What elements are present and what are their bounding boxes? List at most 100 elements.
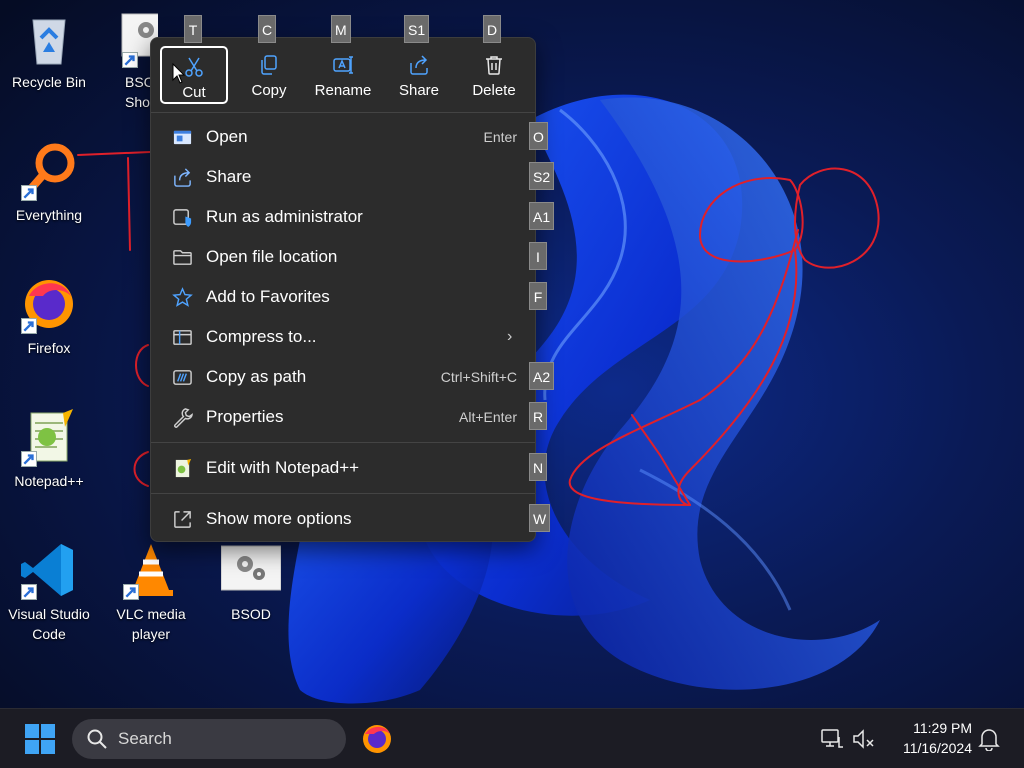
- menu-item-label: Copy as path: [206, 367, 307, 386]
- more-options-icon: [171, 508, 193, 530]
- menu-item-label: Run as administrator: [206, 207, 363, 226]
- menu-item-label: Show more options: [206, 509, 352, 528]
- everything-search-icon: [19, 141, 79, 201]
- rename-label: Rename: [314, 82, 372, 99]
- shortcut-arrow-icon: [21, 185, 37, 201]
- search-icon: [87, 729, 107, 749]
- menu-item-open[interactable]: Open Enter: [159, 118, 527, 156]
- notification-bell-icon[interactable]: [978, 727, 1000, 751]
- menu-item-shortcut: Alt+Enter: [459, 409, 517, 425]
- desktop-icon-firefox[interactable]: Firefox: [0, 274, 98, 358]
- desktop-icon-bsod[interactable]: BSOD: [202, 540, 300, 624]
- menu-item-label: Open: [206, 127, 248, 146]
- chevron-right-icon: ›: [507, 328, 513, 345]
- rename-icon: [309, 46, 377, 76]
- clock-date: 11/16/2024: [902, 740, 972, 756]
- shortcut-arrow-icon: [123, 584, 139, 600]
- taskbar: Search 11:29 PM 11/16/2024: [0, 708, 1024, 768]
- menu-item-properties[interactable]: Properties Alt+Enter: [159, 398, 527, 436]
- context-menu: Cut Copy Rename Share Delete Open Enter …: [150, 37, 536, 542]
- archive-icon: [171, 326, 193, 348]
- shortcut-arrow-icon: [122, 52, 138, 68]
- desktop-icon-label: Visual Studio Code: [8, 606, 90, 642]
- access-key-badge: N: [529, 453, 548, 481]
- desktop-icon-label: Everything: [15, 207, 83, 223]
- copy-label: Copy: [251, 82, 287, 99]
- menu-item-label: Properties: [206, 407, 284, 426]
- volume-muted-icon[interactable]: [852, 727, 876, 751]
- menu-item-shortcut: Ctrl+Shift+C: [440, 369, 517, 385]
- search-placeholder: Search: [118, 729, 172, 748]
- menu-item-shortcut: Enter: [483, 129, 517, 145]
- star-icon: [171, 286, 193, 308]
- notepad-plus-plus-icon: [171, 457, 193, 479]
- taskbar-clock[interactable]: 11:29 PM 11/16/2024: [880, 718, 972, 758]
- shortcut-arrow-icon: [21, 451, 37, 467]
- cut-button[interactable]: Cut: [160, 46, 228, 104]
- cut-label: Cut: [182, 84, 206, 101]
- open-icon: [171, 126, 193, 148]
- menu-item-share[interactable]: Share: [159, 158, 527, 196]
- menu-divider: [151, 442, 535, 443]
- access-key-badge: I: [529, 242, 547, 270]
- desktop-icon-label: Notepad++: [14, 473, 84, 489]
- desktop-icon-label: Firefox: [27, 340, 71, 356]
- copy-icon: [235, 46, 303, 76]
- menu-divider: [151, 493, 535, 494]
- delete-label: Delete: [472, 82, 516, 99]
- delete-icon: [460, 46, 528, 76]
- desktop-icon-label: BSOD: [231, 606, 271, 622]
- access-key-badge: O: [529, 122, 548, 150]
- desktop-icon-vlc[interactable]: VLC media player: [102, 540, 200, 644]
- settings-file-icon: [220, 540, 282, 600]
- access-key-badge: W: [529, 504, 551, 532]
- access-key-badge: S1: [404, 15, 430, 43]
- desktop-icon-notepad-plus-plus[interactable]: Notepad++: [0, 407, 98, 491]
- access-key-badge: C: [258, 15, 277, 43]
- clock-time: 11:29 PM: [913, 720, 972, 736]
- recycle-bin-icon: [19, 8, 79, 68]
- desktop-icon-label: Recycle Bin: [12, 74, 86, 90]
- access-key-badge: F: [529, 282, 547, 310]
- desktop-icon-recycle-bin[interactable]: Recycle Bin: [0, 8, 98, 92]
- shortcut-arrow-icon: [21, 318, 37, 334]
- menu-item-edit-with-notepad-plus-plus[interactable]: Edit with Notepad++: [159, 449, 527, 487]
- menu-item-add-to-favorites[interactable]: Add to Favorites: [159, 278, 527, 316]
- share-button[interactable]: Share: [385, 46, 453, 104]
- copy-button[interactable]: Copy: [235, 46, 303, 104]
- access-key-badge: T: [184, 15, 202, 43]
- menu-item-open-file-location[interactable]: Open file location: [159, 238, 527, 276]
- share-icon: [171, 166, 193, 188]
- delete-button[interactable]: Delete: [460, 46, 528, 104]
- shortcut-arrow-icon: [21, 584, 37, 600]
- notepad-plus-plus-icon: [19, 407, 79, 467]
- taskbar-search-box[interactable]: Search: [72, 719, 346, 759]
- menu-item-copy-as-path[interactable]: Copy as path Ctrl+Shift+C: [159, 358, 527, 396]
- access-key-badge: A2: [529, 362, 555, 390]
- share-icon: [385, 46, 453, 76]
- copy-path-icon: [171, 366, 193, 388]
- rename-button[interactable]: Rename: [309, 46, 377, 104]
- menu-item-label: Open file location: [206, 247, 338, 266]
- desktop-icon-label: VLC media player: [116, 606, 186, 642]
- access-key-badge: R: [529, 402, 548, 430]
- menu-item-run-as-administrator[interactable]: Run as administrator: [159, 198, 527, 236]
- mouse-cursor-icon: [172, 63, 186, 84]
- vlc-icon: [121, 540, 181, 600]
- menu-item-label: Edit with Notepad++: [206, 458, 360, 477]
- folder-icon: [171, 246, 193, 268]
- menu-item-show-more-options[interactable]: Show more options: [159, 500, 527, 538]
- windows-start-icon[interactable]: [24, 723, 56, 755]
- access-key-badge: M: [331, 15, 351, 43]
- firefox-taskbar-icon[interactable]: [360, 722, 394, 756]
- menu-item-label: Compress to...: [206, 327, 317, 346]
- menu-item-compress-to[interactable]: Compress to... ›: [159, 318, 527, 356]
- shield-icon: [171, 206, 193, 228]
- access-key-badge: A1: [529, 202, 555, 230]
- access-key-badge: S2: [529, 162, 555, 190]
- network-icon[interactable]: [820, 727, 844, 751]
- desktop-icon-vscode[interactable]: Visual Studio Code: [0, 540, 98, 644]
- desktop-icon-everything[interactable]: Everything: [0, 141, 98, 225]
- firefox-icon: [19, 274, 79, 334]
- share-label: Share: [398, 82, 440, 99]
